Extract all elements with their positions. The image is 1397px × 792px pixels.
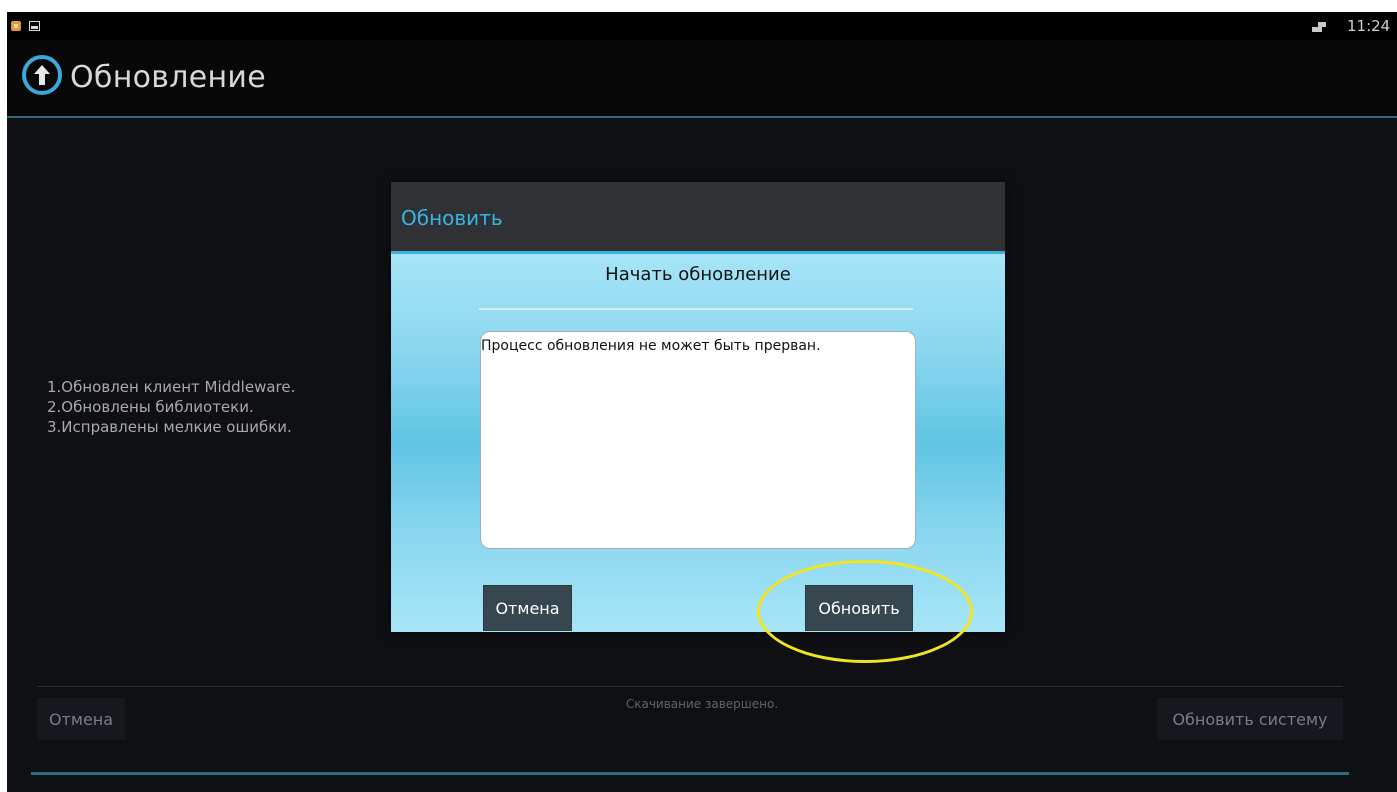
dialog-subtitle: Начать обновление [605, 264, 791, 285]
dialog-message: Процесс обновления не может быть прерван… [481, 338, 821, 354]
dialog-header: Обновить [391, 182, 1005, 254]
dialog-update-button[interactable]: Обновить [805, 585, 913, 631]
changelog-list: 1.Обновлен клиент Middleware. 2.Обновлен… [47, 377, 295, 437]
network-icon [1312, 22, 1326, 32]
divider [479, 308, 913, 310]
dialog-body: Начать обновление Процесс обновления не … [391, 254, 1005, 632]
update-dialog: Обновить Начать обновление Процесс обнов… [391, 182, 1005, 632]
action-bar: Обновление [7, 40, 1397, 118]
changelog-item: 3.Исправлены мелкие ошибки. [47, 418, 292, 436]
picture-icon [29, 21, 40, 31]
update-system-button[interactable]: Обновить систему [1157, 698, 1343, 740]
status-bar: 11:24 [7, 12, 1397, 40]
progress-bar [31, 772, 1349, 775]
page-title: Обновление [70, 60, 266, 95]
divider [37, 686, 1343, 687]
update-arrow-icon[interactable] [21, 54, 63, 96]
changelog-item: 1.Обновлен клиент Middleware. [47, 378, 296, 396]
dialog-title: Обновить [401, 206, 503, 230]
status-time: 11:24 [1347, 17, 1391, 35]
cancel-button[interactable]: Отмена [37, 698, 125, 740]
dialog-cancel-button[interactable]: Отмена [483, 585, 572, 631]
message-box: Процесс обновления не может быть прерван… [480, 331, 916, 549]
changelog-item: 2.Обновлены библиотеки. [47, 398, 254, 416]
app-notification-icon [11, 21, 21, 31]
